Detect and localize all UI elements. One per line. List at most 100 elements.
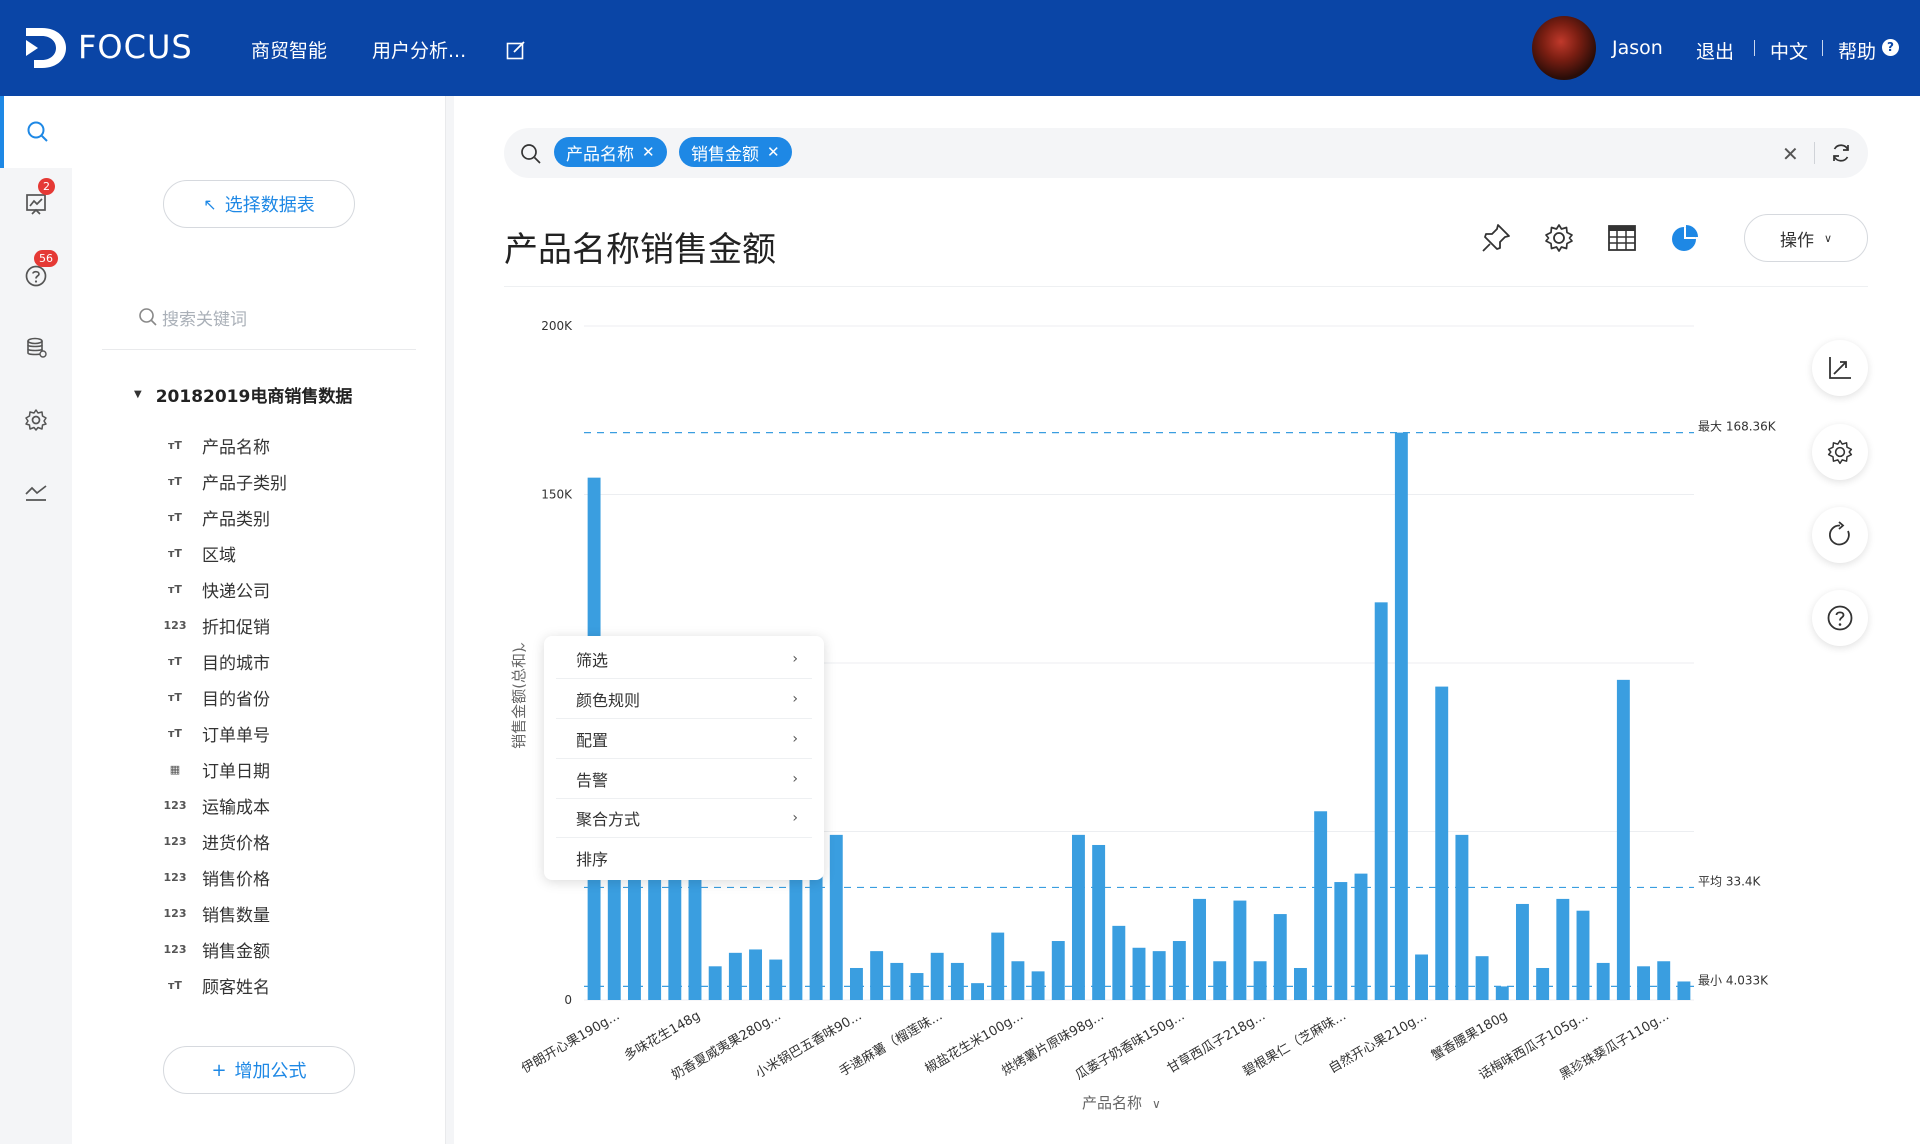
- menu-item-filter[interactable]: 筛选 ›: [556, 640, 812, 679]
- bar[interactable]: [1314, 811, 1328, 1000]
- field-item[interactable]: ᴛT 目的省份: [164, 684, 270, 710]
- clear-search-icon[interactable]: ✕: [1782, 142, 1799, 166]
- field-item[interactable]: 123 运输成本: [164, 792, 270, 818]
- bar[interactable]: [930, 952, 944, 1000]
- bar[interactable]: [1334, 882, 1348, 1000]
- bar[interactable]: [1515, 903, 1529, 1000]
- bar[interactable]: [1092, 844, 1106, 1000]
- edit-icon[interactable]: [506, 40, 526, 60]
- x-axis-chevron-icon[interactable]: ∨: [1152, 1097, 1161, 1111]
- logout-link[interactable]: 退出: [1696, 37, 1734, 64]
- bar[interactable]: [1637, 966, 1651, 1000]
- bar[interactable]: [1616, 679, 1630, 1000]
- bar[interactable]: [1172, 941, 1186, 1000]
- field-item[interactable]: 123 销售价格: [164, 864, 270, 890]
- field-item[interactable]: ᴛT 产品子类别: [164, 468, 287, 494]
- caret-down-icon[interactable]: ▼: [134, 389, 142, 400]
- field-item[interactable]: ᴛT 订单单号: [164, 720, 270, 746]
- bar[interactable]: [1354, 873, 1368, 1000]
- menu-item-sort[interactable]: 排序: [556, 838, 812, 877]
- bar[interactable]: [627, 875, 641, 1000]
- bar[interactable]: [1596, 962, 1610, 1000]
- field-item[interactable]: 123 销售数量: [164, 900, 270, 926]
- bar[interactable]: [890, 962, 904, 1000]
- remove-token-icon[interactable]: ✕: [767, 143, 780, 161]
- y-axis-label[interactable]: 销售金额(总和): [510, 647, 528, 749]
- bar[interactable]: [1071, 834, 1085, 1000]
- bar[interactable]: [1031, 971, 1045, 1000]
- bar[interactable]: [1475, 956, 1489, 1000]
- bar[interactable]: [668, 875, 682, 1000]
- bar[interactable]: [849, 967, 863, 1000]
- gear-icon[interactable]: [1543, 222, 1575, 254]
- bar[interactable]: [950, 962, 964, 1000]
- field-item[interactable]: 123 进货价格: [164, 828, 270, 854]
- bar[interactable]: [1152, 951, 1166, 1000]
- user-avatar[interactable]: [1532, 16, 1596, 80]
- table-view-icon[interactable]: [1606, 222, 1638, 254]
- dataset-tree-node[interactable]: ▼ 20182019电商销售数据: [134, 382, 352, 407]
- field-item[interactable]: ᴛT 顾客姓名: [164, 972, 270, 998]
- help-button[interactable]: [1812, 590, 1868, 646]
- field-item[interactable]: ᴛT 产品类别: [164, 504, 270, 530]
- menu-item-config[interactable]: 配置 ›: [556, 720, 812, 759]
- bar[interactable]: [1233, 900, 1247, 1000]
- bar[interactable]: [607, 875, 621, 1000]
- pin-icon[interactable]: [1480, 222, 1512, 254]
- help-icon[interactable]: ?: [1882, 39, 1899, 56]
- chart-settings-button[interactable]: [1812, 424, 1868, 480]
- sidebar-settings-button[interactable]: [0, 384, 72, 456]
- focus-logo-icon[interactable]: [24, 24, 68, 72]
- bar[interactable]: [971, 983, 985, 1000]
- bar[interactable]: [789, 875, 803, 1000]
- bar[interactable]: [991, 932, 1005, 1000]
- bar[interactable]: [648, 875, 662, 1000]
- bar[interactable]: [1193, 898, 1207, 1000]
- menu-item-aggregation[interactable]: 聚合方式 ›: [556, 799, 812, 838]
- nav-item-trade-intelligence[interactable]: 商贸智能: [251, 36, 327, 63]
- bar[interactable]: [1213, 961, 1227, 1000]
- user-name[interactable]: Jason: [1612, 37, 1663, 59]
- app-logo-text[interactable]: FOCUS: [78, 28, 193, 66]
- field-item[interactable]: ▦ 订单日期: [164, 756, 270, 782]
- field-item[interactable]: ᴛT 区域: [164, 540, 236, 566]
- search-token[interactable]: 产品名称 ✕: [554, 137, 667, 167]
- select-table-button[interactable]: ↖ 选择数据表: [163, 180, 355, 228]
- language-switch[interactable]: 中文: [1770, 37, 1808, 64]
- bar[interactable]: [749, 949, 763, 1000]
- field-item[interactable]: 123 折扣促销: [164, 612, 270, 638]
- sidebar-monitor-button[interactable]: [0, 456, 72, 528]
- bar[interactable]: [1132, 947, 1146, 1000]
- operations-dropdown[interactable]: 操作 ∨: [1744, 214, 1868, 262]
- bar[interactable]: [1011, 961, 1025, 1000]
- field-item[interactable]: ᴛT 目的城市: [164, 648, 270, 674]
- bar[interactable]: [1455, 834, 1469, 1000]
- bar[interactable]: [1415, 954, 1429, 1000]
- keyword-search-input[interactable]: 搜索关键词: [138, 302, 368, 332]
- bar[interactable]: [1253, 961, 1267, 1000]
- bar[interactable]: [769, 959, 783, 1000]
- bar[interactable]: [1051, 941, 1065, 1000]
- refresh-chart-button[interactable]: [1812, 507, 1868, 563]
- y-axis-chevron-icon[interactable]: ›: [520, 638, 526, 654]
- field-item[interactable]: ᴛT 快递公司: [164, 576, 270, 602]
- search-bar[interactable]: 产品名称 ✕ 销售金额 ✕ ✕: [504, 128, 1868, 178]
- remove-token-icon[interactable]: ✕: [642, 143, 655, 161]
- bar[interactable]: [870, 951, 884, 1000]
- bar[interactable]: [728, 952, 742, 1000]
- pie-chart-icon[interactable]: [1668, 222, 1700, 254]
- sidebar-search-button[interactable]: [0, 96, 72, 168]
- bar[interactable]: [829, 834, 843, 1000]
- bar[interactable]: [1394, 432, 1408, 1000]
- help-link[interactable]: 帮助: [1838, 37, 1876, 64]
- bar[interactable]: [1657, 961, 1671, 1000]
- axis-config-button[interactable]: [1812, 340, 1868, 396]
- bar[interactable]: [1374, 602, 1388, 1000]
- bar[interactable]: [1536, 967, 1550, 1000]
- bar[interactable]: [1677, 981, 1691, 1000]
- x-axis-label[interactable]: 产品名称: [1082, 1094, 1142, 1112]
- search-token[interactable]: 销售金额 ✕: [679, 137, 792, 167]
- bar[interactable]: [1293, 967, 1307, 1000]
- bar[interactable]: [688, 875, 702, 1000]
- refresh-icon[interactable]: [1830, 142, 1852, 164]
